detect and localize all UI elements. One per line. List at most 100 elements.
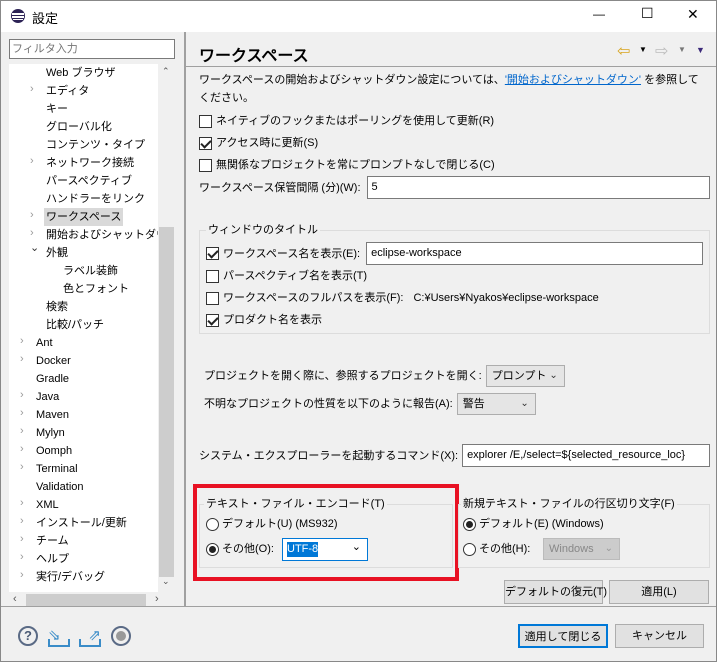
scroll-right-icon[interactable]: › [155, 593, 159, 605]
show-product-checkbox[interactable]: プロダクト名を表示 [206, 311, 322, 329]
scroll-left-icon[interactable]: ‹ [13, 593, 17, 605]
tree-item[interactable]: Terminal [36, 460, 78, 478]
save-interval-input[interactable]: 5 [366, 176, 710, 199]
tree-item[interactable]: XML [36, 496, 59, 514]
chevron-right-icon[interactable]: › [20, 551, 24, 563]
checkbox[interactable] [206, 247, 219, 261]
restore-defaults-button[interactable]: デフォルトの復元(T) [504, 580, 607, 604]
chevron-down-icon[interactable]: ⌄ [30, 241, 39, 254]
checkbox[interactable] [206, 269, 219, 283]
forward-button[interactable]: ⇨ [655, 41, 668, 61]
filter-input[interactable] [9, 39, 175, 59]
close-button[interactable]: ✕ [687, 6, 699, 23]
view-menu-icon[interactable]: ▼ [696, 45, 705, 55]
chevron-right-icon[interactable]: › [30, 155, 34, 167]
back-menu-icon[interactable]: ▼ [639, 45, 647, 54]
explorer-cmd-input[interactable]: explorer /E,/select=${selected_resource_… [462, 444, 710, 467]
tree-item[interactable]: ハンドラーをリンク [46, 190, 145, 208]
checkbox[interactable] [206, 313, 219, 327]
tree-item[interactable]: Ant [36, 334, 53, 352]
chevron-right-icon[interactable]: › [30, 83, 34, 95]
cancel-button[interactable]: キャンセル [615, 624, 704, 648]
show-perspective-checkbox[interactable]: パースペクティブ名を表示(T) [206, 267, 367, 285]
tree-item[interactable]: 開始およびシャットダウン [46, 226, 158, 244]
checkbox[interactable] [199, 158, 212, 172]
radio[interactable] [463, 542, 476, 556]
chevron-right-icon[interactable]: › [20, 515, 24, 527]
delimiter-other-radio[interactable]: その他(H): [463, 540, 530, 558]
scroll-thumb[interactable] [159, 227, 174, 577]
chevron-right-icon[interactable]: › [20, 407, 24, 419]
header-divider [186, 66, 716, 67]
chevron-right-icon[interactable]: › [20, 443, 24, 455]
tree-item[interactable]: Oomph [36, 442, 72, 460]
preferences-window: 設定 — ☐ ✕ Web ブラウザ › エディタキーグローバル化コンテンツ・タイプ ›… [0, 0, 717, 662]
tree-item[interactable]: グローバル化 [46, 118, 112, 136]
chevron-right-icon[interactable]: › [20, 533, 24, 545]
chevron-right-icon[interactable]: › [20, 569, 24, 581]
tree-item[interactable]: キー [46, 100, 68, 118]
checkbox[interactable] [199, 114, 212, 128]
delimiter-default-radio[interactable]: デフォルト(E) (Windows) [463, 515, 604, 533]
scroll-down-icon[interactable]: ⌄ [162, 576, 170, 587]
tree-item[interactable]: ワークスペース [44, 208, 124, 226]
chevron-right-icon[interactable]: › [20, 497, 24, 509]
export-icon[interactable]: ⇗ [79, 627, 101, 647]
chevron-right-icon[interactable]: › [30, 227, 34, 239]
maximize-button[interactable]: ☐ [641, 5, 654, 22]
chevron-right-icon[interactable]: › [20, 335, 24, 347]
tree-item[interactable]: インストール/更新 [36, 514, 127, 532]
tree-item[interactable]: Docker [36, 352, 71, 370]
help-icon[interactable]: ? [18, 626, 38, 646]
chevron-right-icon[interactable]: › [20, 461, 24, 473]
checkbox[interactable] [199, 136, 212, 150]
tree-item[interactable]: エディタ [46, 82, 89, 100]
tree-item[interactable]: Validation [36, 478, 84, 496]
tree-item[interactable]: Java [36, 388, 59, 406]
checkbox[interactable] [206, 291, 219, 305]
delimiter-select[interactable]: Windows ⌄ [543, 538, 620, 560]
apply-button[interactable]: 適用(L) [609, 580, 709, 604]
tree-item[interactable]: Web ブラウザ [46, 64, 115, 82]
minimize-button[interactable]: — [593, 7, 605, 21]
radio[interactable] [463, 517, 476, 531]
tree-item[interactable]: 外観 [46, 244, 68, 262]
tree-vertical-scrollbar[interactable]: ⌃ ⌄ [158, 64, 175, 592]
record-icon[interactable] [111, 626, 131, 646]
chevron-right-icon[interactable]: › [30, 209, 34, 221]
tree-item[interactable]: 色とフォント [63, 280, 129, 298]
chevron-down-icon: ⌄ [604, 543, 613, 554]
tree-item[interactable]: ヘルプ [36, 550, 69, 568]
tree-item[interactable]: パースペクティブ [46, 172, 132, 190]
refresh-on-access-checkbox[interactable]: アクセス時に更新(S) [199, 134, 318, 152]
tree-item[interactable]: 比較/パッチ [46, 316, 104, 334]
tree-item[interactable]: ラベル装飾 [63, 262, 118, 280]
tree-item[interactable]: 検索 [46, 298, 68, 316]
pane-divider[interactable] [184, 32, 186, 606]
explorer-cmd-row: システム・エクスプローラーを起動するコマンド(X): explorer /E,/… [199, 444, 710, 467]
chevron-right-icon[interactable]: › [20, 353, 24, 365]
tree-item[interactable]: Maven [36, 406, 69, 424]
startup-shutdown-link[interactable]: '開始およびシャットダウン' [505, 74, 641, 86]
chevron-right-icon[interactable]: › [20, 389, 24, 401]
back-button[interactable]: ⇦ [617, 41, 630, 61]
tree-item[interactable]: Mylyn [36, 424, 65, 442]
open-referenced-select[interactable]: プロンプト ⌄ [485, 365, 565, 387]
tree-item[interactable]: 実行/デバッグ [36, 568, 105, 586]
import-icon[interactable]: ⇘ [48, 627, 70, 647]
unknown-nature-select[interactable]: 警告 ⌄ [456, 393, 536, 415]
tree-item[interactable]: ネットワーク接続 [46, 154, 134, 172]
tree-item[interactable]: Gradle [36, 370, 69, 388]
tree-item[interactable]: チーム [36, 532, 69, 550]
close-unrelated-checkbox[interactable]: 無関係なプロジェクトを常にプロンプトなしで閉じる(C) [199, 156, 495, 174]
open-referenced-row: プロジェクトを開く際に、参照するプロジェクトを開く: プロンプト ⌄ [204, 365, 710, 387]
show-full-path-checkbox[interactable]: ワークスペースのフルパスを表示(F): [206, 289, 403, 307]
chevron-right-icon[interactable]: › [20, 425, 24, 437]
native-hooks-checkbox[interactable]: ネイティブのフックまたはポーリングを使用して更新(R) [199, 112, 494, 130]
show-workspace-name-checkbox[interactable]: ワークスペース名を表示(E): [206, 245, 360, 263]
apply-and-close-button[interactable]: 適用して閉じる [518, 624, 608, 648]
forward-menu-icon[interactable]: ▼ [678, 45, 686, 54]
workspace-name-input[interactable]: eclipse-workspace [366, 242, 703, 265]
scroll-up-icon[interactable]: ⌃ [162, 66, 170, 77]
tree-item[interactable]: コンテンツ・タイプ [46, 136, 145, 154]
